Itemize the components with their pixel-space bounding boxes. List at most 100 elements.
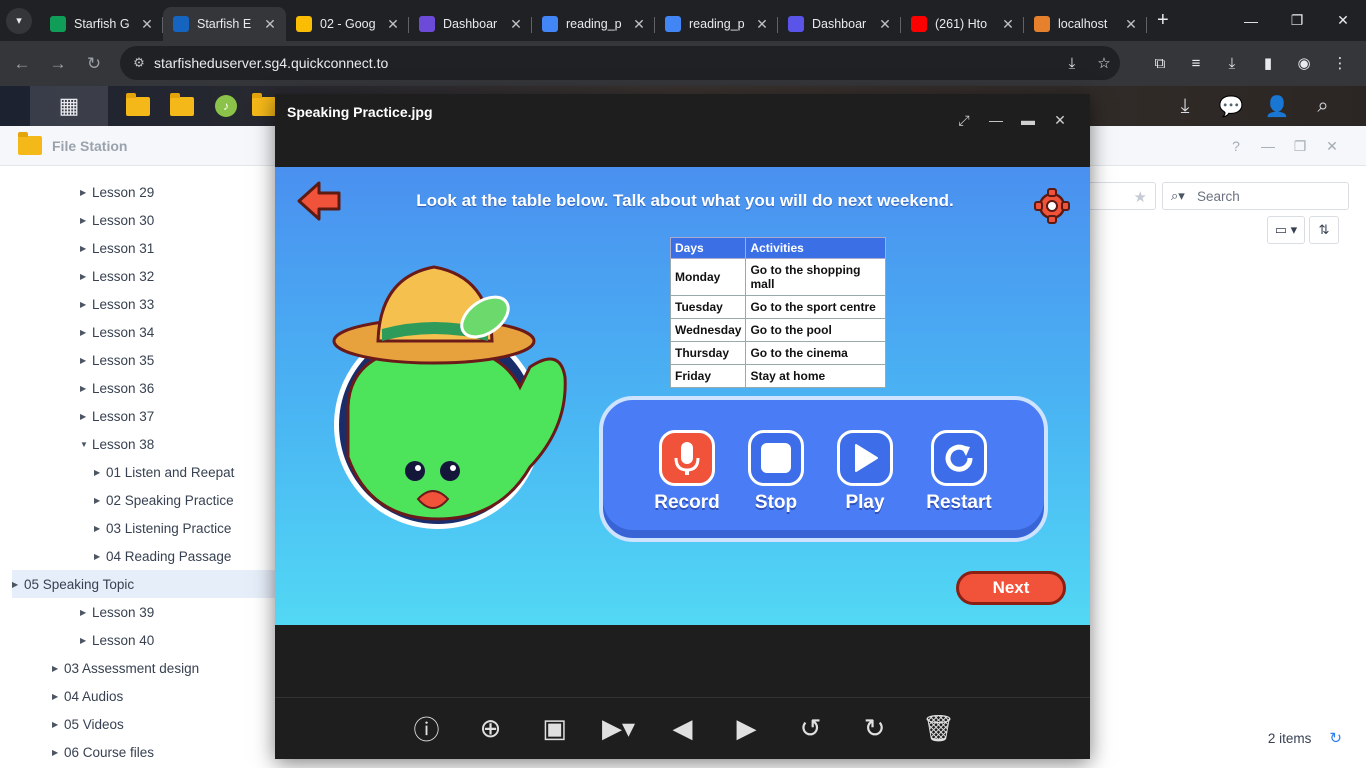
stop-button[interactable]: Stop: [736, 430, 816, 514]
upload-download-icon[interactable]: ⤓: [1162, 95, 1208, 118]
restore-icon[interactable]: ❐: [1274, 0, 1320, 41]
folder-tree-item[interactable]: ▶ 04 Reading Passage: [0, 542, 276, 570]
folder-tree-item[interactable]: ▶ Lesson 32: [0, 262, 276, 290]
play-button[interactable]: Play: [825, 430, 905, 514]
caret-right-icon[interactable]: ▶: [52, 692, 64, 701]
folder-tree-item[interactable]: ▶ Lesson 30: [0, 206, 276, 234]
tab-close-icon[interactable]: ✕: [508, 16, 524, 33]
search-icon[interactable]: ⌕: [1300, 95, 1346, 118]
caret-right-icon[interactable]: ▶: [80, 384, 92, 393]
browser-tab[interactable]: reading_p ✕: [655, 7, 778, 41]
media-icon[interactable]: ≡: [1178, 55, 1214, 72]
folder-tree-item[interactable]: ▶ 02 Speaking Practice: [0, 486, 276, 514]
image-icon[interactable]: ▣: [523, 713, 587, 744]
search-icon[interactable]: ⌕▾: [1171, 188, 1197, 204]
bookmark-star-icon[interactable]: ☆: [1088, 54, 1120, 72]
folder-tree-item[interactable]: ▶ 03 Listening Practice: [0, 514, 276, 542]
folder-tree-item[interactable]: ▶ Lesson 34: [0, 318, 276, 346]
caret-right-icon[interactable]: ▶: [94, 468, 106, 477]
caret-right-icon[interactable]: ▶: [80, 300, 92, 309]
restart-button[interactable]: Restart: [919, 430, 999, 514]
tab-close-icon[interactable]: ✕: [385, 16, 401, 33]
user-icon[interactable]: 👤: [1254, 94, 1300, 119]
help-icon[interactable]: ?: [1220, 138, 1252, 154]
folder-tree-item[interactable]: ▶ 05 Videos: [0, 710, 276, 738]
browser-tab[interactable]: Starfish E ✕: [163, 7, 286, 41]
caret-right-icon[interactable]: ▶: [80, 272, 92, 281]
browser-tab[interactable]: Starfish G ✕: [40, 7, 163, 41]
caret-right-icon[interactable]: ▶: [94, 552, 106, 561]
folder-tree-item[interactable]: ▶ 06 Course files: [0, 738, 276, 766]
rotate-left-icon[interactable]: ↺: [779, 713, 843, 744]
sort-icon[interactable]: ⇅: [1309, 216, 1339, 244]
downloads-icon[interactable]: ⤓: [1214, 55, 1250, 72]
folder-taskbar-icon[interactable]: [164, 86, 200, 126]
folder-tree-item[interactable]: ▶ 05 Speaking Topic: [12, 570, 276, 598]
delete-trash-icon[interactable]: 🗑: [907, 713, 971, 744]
close-icon[interactable]: ✕: [1316, 138, 1348, 155]
browser-tab[interactable]: localhost ✕: [1024, 7, 1147, 41]
url-text[interactable]: starfisheduserver.sg4.quickconnect.to: [154, 55, 1056, 71]
info-icon[interactable]: ⓘ: [395, 710, 459, 747]
caret-right-icon[interactable]: ▶: [80, 188, 92, 197]
actual-size-zoom-icon[interactable]: ⊕: [459, 713, 523, 744]
folder-tree-item[interactable]: ▶ Lesson 39: [0, 598, 276, 626]
caret-right-icon[interactable]: ▶: [80, 216, 92, 225]
caret-right-icon[interactable]: ▶: [80, 356, 92, 365]
caret-right-icon[interactable]: ▶: [52, 720, 64, 729]
download-icon[interactable]: ⤓: [1056, 55, 1088, 72]
extensions-icon[interactable]: ⧉: [1142, 55, 1178, 72]
folder-tree-item[interactable]: ▶ 03 Assessment design: [0, 654, 276, 682]
close-icon[interactable]: ✕: [1044, 112, 1076, 129]
close-icon[interactable]: ✕: [1320, 0, 1366, 41]
notification-chat-icon[interactable]: 💬: [1208, 94, 1254, 119]
folder-tree-item[interactable]: ▼ Lesson 38: [0, 430, 276, 458]
maximize-icon[interactable]: ▬: [1012, 112, 1044, 129]
forward-icon[interactable]: →: [40, 46, 76, 82]
folder-tree-item[interactable]: ▶ Lesson 29: [0, 178, 276, 206]
caret-right-icon[interactable]: ▶: [80, 412, 92, 421]
rotate-right-icon[interactable]: ↻: [843, 713, 907, 744]
caret-right-icon[interactable]: ▶: [80, 328, 92, 337]
folder-tree-item[interactable]: ▶ Lesson 35: [0, 346, 276, 374]
back-icon[interactable]: ←: [4, 46, 40, 82]
refresh-icon[interactable]: ↻: [1329, 729, 1342, 747]
tab-close-icon[interactable]: ✕: [1123, 16, 1139, 33]
audio-station-taskbar-icon[interactable]: ♪: [208, 86, 244, 126]
caret-right-icon[interactable]: ▶: [80, 244, 92, 253]
minimize-icon[interactable]: —: [1228, 0, 1274, 41]
new-tab-button[interactable]: +: [1157, 9, 1169, 32]
folder-tree-item[interactable]: ▶ 01 Listen and Reepat: [0, 458, 276, 486]
tab-close-icon[interactable]: ✕: [631, 16, 647, 33]
folder-tree-item[interactable]: ▶ Lesson 40: [0, 626, 276, 654]
tab-close-icon[interactable]: ✕: [754, 16, 770, 33]
minimize-icon[interactable]: —: [1252, 138, 1284, 154]
caret-down-icon[interactable]: ▼: [80, 440, 92, 449]
more-menu-icon[interactable]: ⋮: [1322, 54, 1358, 72]
caret-right-icon[interactable]: ▶: [80, 608, 92, 617]
reload-icon[interactable]: ↻: [76, 46, 112, 82]
browser-tab[interactable]: 02 - Goog ✕: [286, 7, 409, 41]
folder-taskbar-icon[interactable]: [252, 86, 276, 126]
search-input[interactable]: ⌕▾ Search: [1162, 182, 1349, 210]
tab-close-icon[interactable]: ✕: [262, 16, 278, 33]
favorite-star-icon[interactable]: ★: [1134, 188, 1147, 206]
caret-right-icon[interactable]: ▶: [80, 636, 92, 645]
tab-search-chevron-icon[interactable]: ▾: [6, 7, 32, 34]
file-station-taskbar-icon[interactable]: [120, 86, 156, 126]
next-icon[interactable]: ▶: [715, 713, 779, 744]
previous-icon[interactable]: ◀: [651, 713, 715, 744]
path-bar[interactable]: ★: [1090, 182, 1156, 210]
tab-close-icon[interactable]: ✕: [1000, 16, 1016, 33]
folder-tree-item[interactable]: ▶ Lesson 37: [0, 402, 276, 430]
caret-right-icon[interactable]: ▶: [12, 580, 24, 589]
browser-tab[interactable]: Dashboar ✕: [778, 7, 901, 41]
tab-close-icon[interactable]: ✕: [139, 16, 155, 33]
profile-avatar[interactable]: ◉: [1286, 54, 1322, 72]
main-menu-grid-icon[interactable]: ▦: [30, 86, 108, 126]
minimize-icon[interactable]: —: [980, 112, 1012, 129]
address-bar[interactable]: ⚙ starfisheduserver.sg4.quickconnect.to …: [120, 46, 1120, 80]
fullscreen-icon[interactable]: ⤢: [948, 112, 980, 129]
caret-right-icon[interactable]: ▶: [94, 524, 106, 533]
record-button[interactable]: Record: [647, 430, 727, 514]
